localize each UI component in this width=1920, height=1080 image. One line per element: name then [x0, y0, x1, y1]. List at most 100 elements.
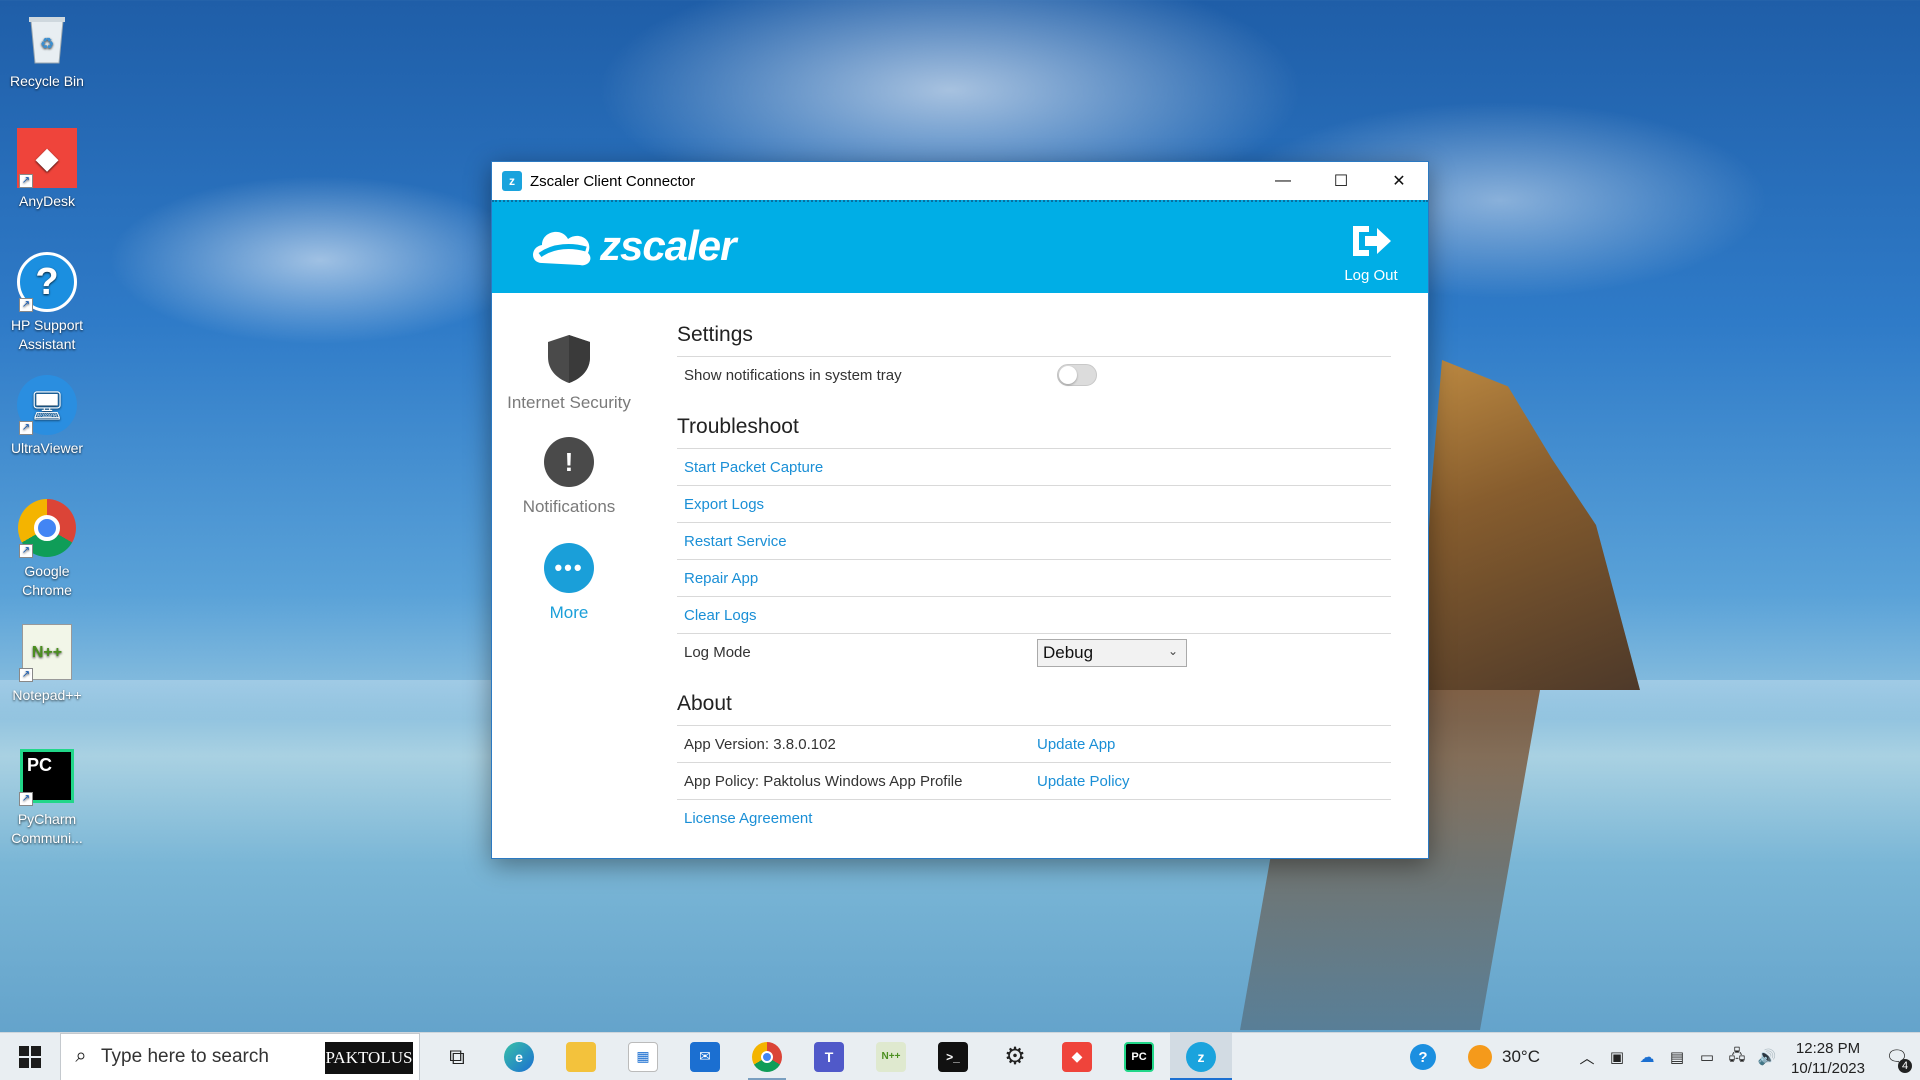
settings-icon: ⚙ — [1004, 1043, 1026, 1070]
taskbar-teams[interactable]: T — [798, 1033, 860, 1080]
notepad-icon: N++ ↗ — [17, 622, 77, 682]
taskbar-anydesk[interactable]: ◆ — [1046, 1033, 1108, 1080]
nav-label: Notifications — [522, 497, 616, 516]
zscaler-icon: z — [1186, 1041, 1216, 1072]
tray-network[interactable]: 🖧 — [1722, 1033, 1752, 1080]
app-policy-text: App Policy: Paktolus Windows App Profile — [684, 772, 963, 790]
list-item: Export Logs — [677, 485, 1391, 522]
clock-date: 10/11/2023 — [1791, 1059, 1865, 1077]
tray-display[interactable]: ▤ — [1662, 1033, 1692, 1080]
show-hidden-icons-button[interactable]: ︿ — [1572, 1033, 1602, 1080]
desktop-icon-label: AnyDesk — [18, 193, 76, 209]
clock[interactable]: 12:28 PM 10/11/2023 — [1782, 1036, 1874, 1079]
taskbar-settings[interactable]: ⚙ — [984, 1033, 1046, 1080]
zscaler-app-icon: z — [502, 171, 522, 191]
nav-internet-security[interactable]: Internet Security — [492, 333, 646, 413]
left-nav: Internet Security ! Notifications ••• Mo… — [492, 293, 646, 858]
taskbar-edge[interactable]: e — [488, 1033, 550, 1080]
nav-more[interactable]: ••• More — [492, 543, 646, 623]
display-icon: ▤ — [1669, 1049, 1685, 1066]
title-bar[interactable]: z Zscaler Client Connector — ☐ ✕ — [492, 162, 1428, 200]
taskbar-pycharm[interactable]: PC — [1108, 1033, 1170, 1080]
export-logs-link[interactable]: Export Logs — [684, 496, 764, 513]
taskbar-apps: ⧉ e ▦ ✉ T N++ >_ ⚙ ◆ PC z — [426, 1032, 1232, 1080]
desktop-icon-notepadpp[interactable]: N++ ↗ Notepad++ — [2, 622, 92, 705]
desktop-icon-hp-support[interactable]: ? ↗ HP Support Assistant — [2, 252, 92, 354]
anydesk-icon: ◆ ↗ — [17, 128, 77, 188]
shield-icon — [544, 333, 594, 385]
taskbar-mail[interactable]: ✉ — [674, 1033, 736, 1080]
taskbar-store[interactable]: ▦ — [612, 1033, 674, 1080]
svg-text:♻: ♻ — [40, 36, 54, 53]
zscaler-window: z Zscaler Client Connector — ☐ ✕ zscaler — [491, 161, 1429, 859]
tray-meet[interactable]: ▣ — [1602, 1033, 1632, 1080]
desktop-icon-label: UltraViewer — [10, 440, 84, 456]
maximize-button[interactable]: ☐ — [1312, 162, 1370, 200]
desktop-icon-label: Recycle Bin — [10, 73, 84, 89]
help-icon: ? — [1410, 1044, 1436, 1070]
list-item: Start Packet Capture — [677, 448, 1391, 485]
start-packet-capture-link[interactable]: Start Packet Capture — [684, 459, 823, 476]
pycharm-icon: PC ↗ — [17, 746, 77, 806]
monitor-icon: 🖥 ↗ — [17, 375, 77, 435]
restart-service-link[interactable]: Restart Service — [684, 533, 787, 550]
tray-volume[interactable]: 🔊 — [1752, 1033, 1782, 1080]
desktop-icon-pycharm[interactable]: PC ↗ PyCharm Communi... — [2, 746, 92, 848]
anydesk-icon: ◆ — [1062, 1041, 1092, 1072]
tray-help[interactable]: ? — [1398, 1033, 1448, 1080]
recycle-bin-icon: ♻ — [17, 8, 77, 68]
speaker-icon: 🔊 — [1757, 1049, 1777, 1066]
taskbar-terminal[interactable]: >_ — [922, 1033, 984, 1080]
desktop-icon-recycle-bin[interactable]: ♻ Recycle Bin — [2, 8, 92, 91]
notifications-toggle[interactable] — [1057, 364, 1097, 386]
log-mode-label: Log Mode — [684, 643, 751, 661]
notification-center-button[interactable]: 🗨 4 — [1874, 1033, 1920, 1080]
toggle-knob — [1059, 366, 1077, 384]
paktolus-logo: PAKTOLUS — [325, 1041, 413, 1074]
desktop-icon-anydesk[interactable]: ◆ ↗ AnyDesk — [2, 128, 92, 211]
logout-button[interactable]: Log Out — [1336, 222, 1406, 284]
repair-app-link[interactable]: Repair App — [684, 570, 758, 587]
taskbar-file-explorer[interactable] — [550, 1033, 612, 1080]
minimize-button[interactable]: — — [1254, 162, 1312, 200]
zscaler-wordmark: zscaler — [600, 222, 736, 269]
close-button[interactable]: ✕ — [1370, 162, 1428, 200]
nav-notifications[interactable]: ! Notifications — [492, 437, 646, 517]
tray-battery[interactable]: ▭ — [1692, 1033, 1722, 1080]
chevron-up-icon: ︿ — [1579, 1049, 1595, 1067]
window-title: Zscaler Client Connector — [530, 172, 696, 190]
update-policy-link[interactable]: Update Policy — [1037, 773, 1130, 790]
clear-logs-link[interactable]: Clear Logs — [684, 607, 757, 624]
log-mode-select[interactable]: Debug ⌄ — [1037, 639, 1187, 667]
taskbar-chrome[interactable] — [736, 1033, 798, 1080]
notifications-setting-row: Show notifications in system tray — [677, 356, 1391, 393]
taskbar-search[interactable]: ⌕ Type here to search PAKTOLUS — [60, 1032, 420, 1080]
edge-icon: e — [504, 1041, 534, 1072]
sun-icon — [1468, 1045, 1492, 1069]
desktop-icon-chrome[interactable]: ↗ Google Chrome — [2, 498, 92, 600]
about-heading: About — [677, 692, 732, 715]
chrome-icon — [752, 1041, 782, 1072]
network-icon: 🖧 — [1728, 1046, 1746, 1064]
chrome-icon: ↗ — [17, 498, 77, 558]
app-policy-row: App Policy: Paktolus Windows App Profile… — [677, 762, 1391, 799]
mail-icon: ✉ — [690, 1041, 720, 1072]
desktop-icon-label: Google Chrome — [22, 563, 72, 598]
windows-logo-icon — [19, 1045, 41, 1068]
task-view-button[interactable]: ⧉ — [426, 1033, 488, 1080]
taskbar-notepadpp[interactable]: N++ — [860, 1033, 922, 1080]
taskbar-zscaler[interactable]: z — [1170, 1032, 1232, 1080]
update-app-link[interactable]: Update App — [1037, 736, 1115, 753]
cloud-icon: ☁ — [1639, 1049, 1655, 1066]
license-agreement-link[interactable]: License Agreement — [684, 810, 812, 827]
logout-label: Log Out — [1344, 267, 1398, 284]
desktop-icon-ultraviewer[interactable]: 🖥 ↗ UltraViewer — [2, 375, 92, 458]
desktop-icon-label: PyCharm Communi... — [11, 811, 83, 846]
tray-onedrive[interactable]: ☁ — [1632, 1033, 1662, 1080]
start-button[interactable] — [0, 1033, 60, 1080]
weather-widget[interactable]: 30°C — [1454, 1033, 1554, 1080]
chevron-down-icon: ⌄ — [1167, 644, 1178, 658]
exclamation-icon: ! — [544, 437, 594, 487]
zscaler-cloud-icon — [528, 223, 596, 269]
teams-icon: T — [814, 1041, 844, 1072]
